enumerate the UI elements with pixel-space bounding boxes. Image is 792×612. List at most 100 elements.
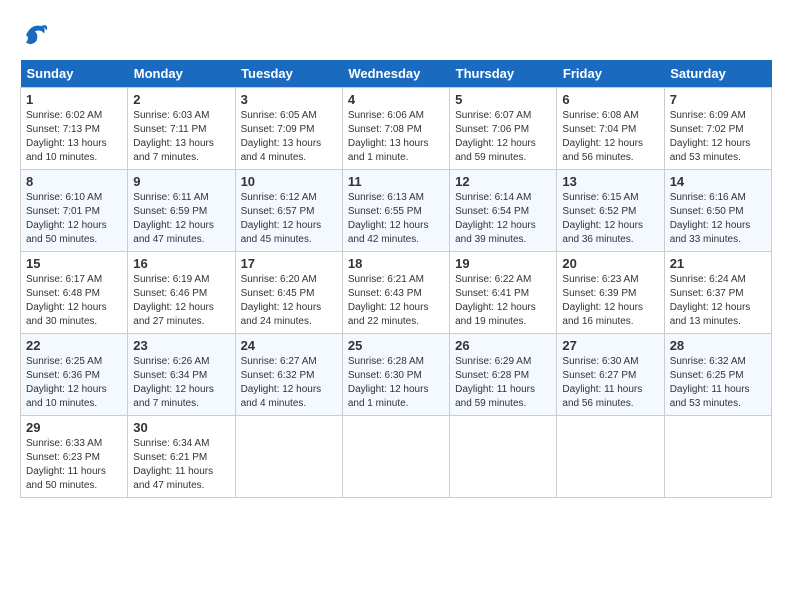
day-number: 30 — [133, 420, 229, 435]
day-info: Sunrise: 6:15 AM Sunset: 6:52 PM Dayligh… — [562, 191, 658, 247]
calendar-day: 12 Sunrise: 6:14 AM Sunset: 6:54 PM Dayli… — [450, 170, 557, 252]
calendar-day: 8 Sunrise: 6:10 AM Sunset: 7:01 PM Daylig… — [21, 170, 128, 252]
column-header-tuesday: Tuesday — [235, 60, 342, 88]
day-info: Sunrise: 6:30 AM Sunset: 6:27 PM Dayligh… — [562, 355, 658, 411]
column-header-friday: Friday — [557, 60, 664, 88]
calendar-week-2: 8 Sunrise: 6:10 AM Sunset: 7:01 PM Daylig… — [21, 170, 772, 252]
calendar-day — [235, 416, 342, 498]
day-number: 27 — [562, 338, 658, 353]
calendar-day: 26 Sunrise: 6:29 AM Sunset: 6:28 PM Dayli… — [450, 334, 557, 416]
day-info: Sunrise: 6:06 AM Sunset: 7:08 PM Dayligh… — [348, 109, 444, 165]
calendar-day: 18 Sunrise: 6:21 AM Sunset: 6:43 PM Dayli… — [342, 252, 449, 334]
calendar-day: 14Sunrise: 6:16 AM Sunset: 6:50 PM Dayli… — [664, 170, 771, 252]
calendar-day: 7 Sunrise: 6:09 AM Sunset: 7:02 PM Daylig… — [664, 88, 771, 170]
day-info: Sunrise: 6:07 AM Sunset: 7:06 PM Dayligh… — [455, 109, 551, 165]
calendar-day: 11 Sunrise: 6:13 AM Sunset: 6:55 PM Dayli… — [342, 170, 449, 252]
day-number: 24 — [241, 338, 337, 353]
calendar-week-3: 15Sunrise: 6:17 AM Sunset: 6:48 PM Dayli… — [21, 252, 772, 334]
calendar-day: 28 Sunrise: 6:32 AM Sunset: 6:25 PM Dayli… — [664, 334, 771, 416]
day-number: 28 — [670, 338, 766, 353]
day-number: 16 — [133, 256, 229, 271]
calendar-day — [664, 416, 771, 498]
day-info: Sunrise: 6:05 AM Sunset: 7:09 PM Dayligh… — [241, 109, 337, 165]
day-number: 8 — [26, 174, 122, 189]
calendar-week-4: 22 Sunrise: 6:25 AM Sunset: 6:36 PM Dayli… — [21, 334, 772, 416]
calendar-day: 6 Sunrise: 6:08 AM Sunset: 7:04 PM Daylig… — [557, 88, 664, 170]
day-info: Sunrise: 6:14 AM Sunset: 6:54 PM Dayligh… — [455, 191, 551, 247]
calendar-day: 10 Sunrise: 6:12 AM Sunset: 6:57 PM Dayli… — [235, 170, 342, 252]
day-number: 6 — [562, 92, 658, 107]
calendar-day: 21 Sunrise: 6:24 AM Sunset: 6:37 PM Dayli… — [664, 252, 771, 334]
calendar-header: SundayMondayTuesdayWednesdayThursdayFrid… — [21, 60, 772, 88]
calendar-day: 24 Sunrise: 6:27 AM Sunset: 6:32 PM Dayli… — [235, 334, 342, 416]
calendar-body: 1Sunrise: 6:02 AM Sunset: 7:13 PM Daylig… — [21, 88, 772, 498]
logo — [20, 20, 54, 50]
day-info: Sunrise: 6:24 AM Sunset: 6:37 PM Dayligh… — [670, 273, 766, 329]
day-info: Sunrise: 6:12 AM Sunset: 6:57 PM Dayligh… — [241, 191, 337, 247]
day-info: Sunrise: 6:21 AM Sunset: 6:43 PM Dayligh… — [348, 273, 444, 329]
day-number: 14 — [670, 174, 766, 189]
day-number: 21 — [670, 256, 766, 271]
calendar-day: 27 Sunrise: 6:30 AM Sunset: 6:27 PM Dayli… — [557, 334, 664, 416]
calendar-day: 20Sunrise: 6:23 AM Sunset: 6:39 PM Dayli… — [557, 252, 664, 334]
column-header-thursday: Thursday — [450, 60, 557, 88]
day-number: 20 — [562, 256, 658, 271]
day-info: Sunrise: 6:13 AM Sunset: 6:55 PM Dayligh… — [348, 191, 444, 247]
calendar-day: 9 Sunrise: 6:11 AM Sunset: 6:59 PM Daylig… — [128, 170, 235, 252]
day-info: Sunrise: 6:09 AM Sunset: 7:02 PM Dayligh… — [670, 109, 766, 165]
calendar-day: 5 Sunrise: 6:07 AM Sunset: 7:06 PM Daylig… — [450, 88, 557, 170]
day-number: 17 — [241, 256, 337, 271]
page-header — [20, 20, 772, 50]
day-info: Sunrise: 6:33 AM Sunset: 6:23 PM Dayligh… — [26, 437, 122, 493]
calendar-day: 15Sunrise: 6:17 AM Sunset: 6:48 PM Dayli… — [21, 252, 128, 334]
logo-bird-icon — [20, 20, 50, 50]
day-number: 25 — [348, 338, 444, 353]
day-info: Sunrise: 6:17 AM Sunset: 6:48 PM Dayligh… — [26, 273, 122, 329]
day-info: Sunrise: 6:03 AM Sunset: 7:11 PM Dayligh… — [133, 109, 229, 165]
day-info: Sunrise: 6:34 AM Sunset: 6:21 PM Dayligh… — [133, 437, 229, 493]
day-number: 2 — [133, 92, 229, 107]
day-number: 11 — [348, 174, 444, 189]
column-header-saturday: Saturday — [664, 60, 771, 88]
column-header-monday: Monday — [128, 60, 235, 88]
calendar-day: 29 Sunrise: 6:33 AM Sunset: 6:23 PM Dayli… — [21, 416, 128, 498]
day-number: 26 — [455, 338, 551, 353]
day-number: 22 — [26, 338, 122, 353]
calendar-day: 16 Sunrise: 6:19 AM Sunset: 6:46 PM Dayli… — [128, 252, 235, 334]
column-header-sunday: Sunday — [21, 60, 128, 88]
calendar-day: 2 Sunrise: 6:03 AM Sunset: 7:11 PM Daylig… — [128, 88, 235, 170]
calendar-day: 30 Sunrise: 6:34 AM Sunset: 6:21 PM Dayli… — [128, 416, 235, 498]
calendar-day: 22 Sunrise: 6:25 AM Sunset: 6:36 PM Dayli… — [21, 334, 128, 416]
header-row: SundayMondayTuesdayWednesdayThursdayFrid… — [21, 60, 772, 88]
column-header-wednesday: Wednesday — [342, 60, 449, 88]
day-info: Sunrise: 6:32 AM Sunset: 6:25 PM Dayligh… — [670, 355, 766, 411]
day-info: Sunrise: 6:29 AM Sunset: 6:28 PM Dayligh… — [455, 355, 551, 411]
day-info: Sunrise: 6:26 AM Sunset: 6:34 PM Dayligh… — [133, 355, 229, 411]
day-info: Sunrise: 6:11 AM Sunset: 6:59 PM Dayligh… — [133, 191, 229, 247]
calendar-day: 25 Sunrise: 6:28 AM Sunset: 6:30 PM Dayli… — [342, 334, 449, 416]
day-info: Sunrise: 6:19 AM Sunset: 6:46 PM Dayligh… — [133, 273, 229, 329]
day-info: Sunrise: 6:25 AM Sunset: 6:36 PM Dayligh… — [26, 355, 122, 411]
day-info: Sunrise: 6:22 AM Sunset: 6:41 PM Dayligh… — [455, 273, 551, 329]
day-number: 7 — [670, 92, 766, 107]
day-number: 4 — [348, 92, 444, 107]
day-info: Sunrise: 6:10 AM Sunset: 7:01 PM Dayligh… — [26, 191, 122, 247]
calendar-table: SundayMondayTuesdayWednesdayThursdayFrid… — [20, 60, 772, 498]
day-number: 5 — [455, 92, 551, 107]
day-number: 3 — [241, 92, 337, 107]
day-number: 29 — [26, 420, 122, 435]
day-info: Sunrise: 6:27 AM Sunset: 6:32 PM Dayligh… — [241, 355, 337, 411]
day-info: Sunrise: 6:08 AM Sunset: 7:04 PM Dayligh… — [562, 109, 658, 165]
day-info: Sunrise: 6:20 AM Sunset: 6:45 PM Dayligh… — [241, 273, 337, 329]
calendar-day: 17 Sunrise: 6:20 AM Sunset: 6:45 PM Dayli… — [235, 252, 342, 334]
day-info: Sunrise: 6:28 AM Sunset: 6:30 PM Dayligh… — [348, 355, 444, 411]
calendar-day: 1Sunrise: 6:02 AM Sunset: 7:13 PM Daylig… — [21, 88, 128, 170]
day-number: 9 — [133, 174, 229, 189]
day-number: 23 — [133, 338, 229, 353]
day-number: 18 — [348, 256, 444, 271]
day-number: 12 — [455, 174, 551, 189]
day-number: 19 — [455, 256, 551, 271]
day-number: 1 — [26, 92, 122, 107]
day-number: 10 — [241, 174, 337, 189]
calendar-day — [450, 416, 557, 498]
